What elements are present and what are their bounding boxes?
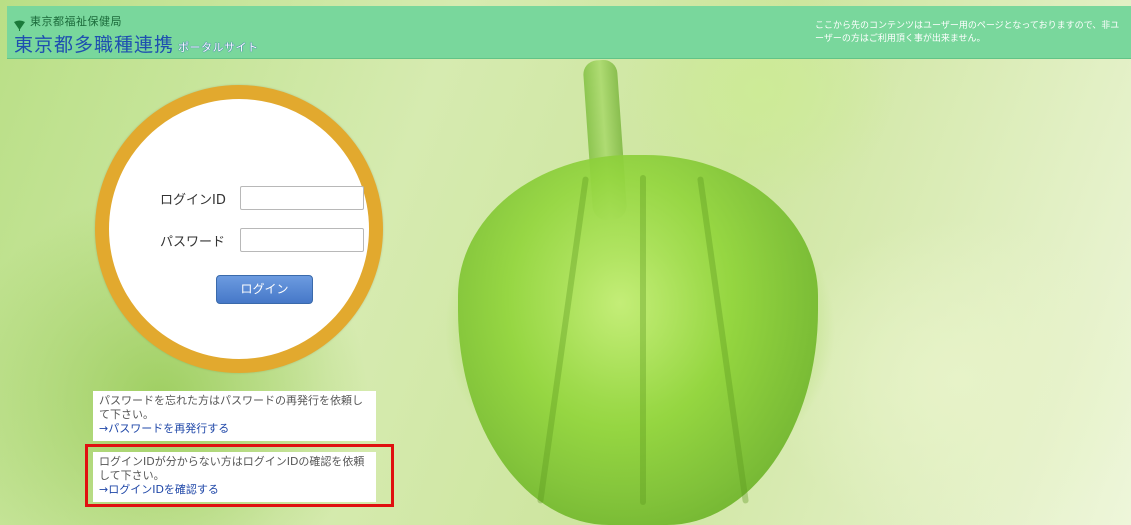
reissue-password-link[interactable]: →パスワードを再発行する [99,422,370,436]
organization-name: 東京都福祉保健局 [30,15,122,28]
organization-line: 東京都福祉保健局 [13,13,122,31]
user-only-notice: ここから先のコンテンツはユーザー用のページとなっておりますので、非ユーザーの方は… [815,21,1120,44]
password-help-box: パスワードを忘れた方はパスワードの再発行を依頼して下さい。 →パスワードを再発行… [93,391,376,441]
login-id-label: ログインID [160,192,226,208]
login-button[interactable]: ログイン [216,275,313,304]
login-panel: ログインID パスワード ログイン [95,85,383,373]
login-page: 東京都福祉保健局 東京都多職種連携 ポータルサイト ここから先のコンテンツはユー… [0,0,1131,525]
password-input[interactable] [240,228,364,252]
login-id-input[interactable] [240,186,364,210]
portal-title-main: 東京都多職種連携 [14,34,175,56]
background-fruit [458,155,818,525]
password-row: パスワード [160,228,364,252]
ginkgo-leaf-icon [13,16,26,31]
login-id-row: ログインID [160,186,364,210]
site-header: 東京都福祉保健局 東京都多職種連携 ポータルサイト ここから先のコンテンツはユー… [7,6,1131,59]
highlight-annotation [85,444,394,507]
portal-title[interactable]: 東京都多職種連携 ポータルサイト [14,30,259,57]
background-fruit-ridge [640,175,646,505]
portal-title-sub: ポータルサイト [178,41,259,54]
password-help-text: パスワードを忘れた方はパスワードの再発行を依頼して下さい。 [99,394,363,421]
password-label: パスワード [160,234,226,250]
